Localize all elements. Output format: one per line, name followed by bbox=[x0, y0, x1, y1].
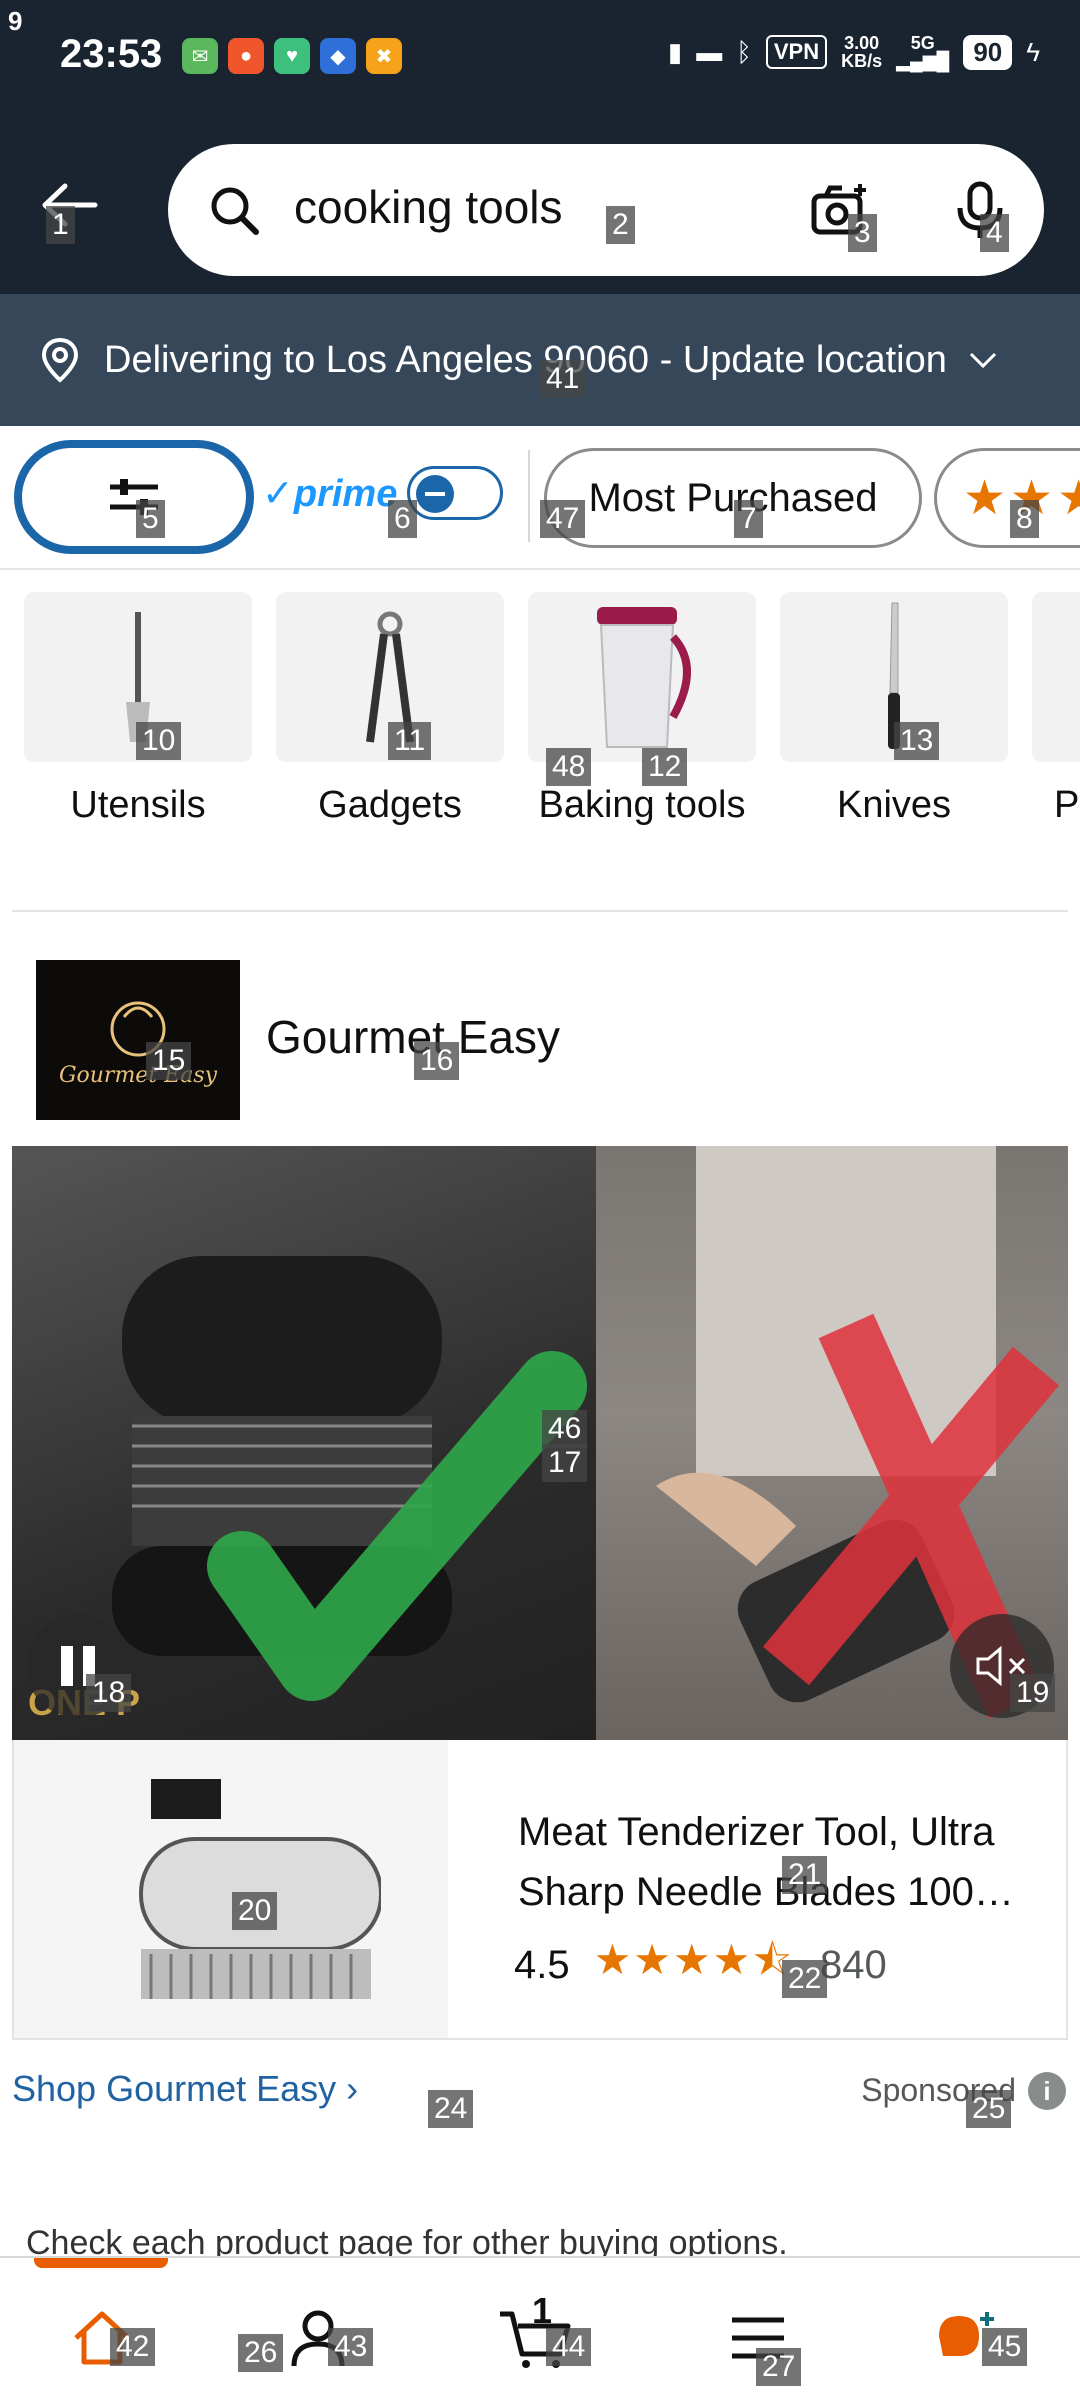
status-time: 23:53 bbox=[60, 32, 163, 76]
battery-level: 90 bbox=[963, 34, 1013, 70]
bluetooth-icon: ᛒ bbox=[736, 36, 752, 67]
status-bar: 9 23:53 ✉ ● ♥ ◆ ✖ ▮ ▬ ᛒ VPN 3.00 KB/s 5G ▂… bbox=[0, 0, 1080, 110]
signal-icon: 5G ▂▄▆█ bbox=[896, 33, 950, 71]
index-tag: 13 bbox=[894, 722, 940, 760]
index-tag: 12 bbox=[642, 748, 688, 786]
rating-stars-icon: ★★★★⯪ bbox=[593, 1936, 794, 1983]
category-label: Knives bbox=[836, 784, 952, 826]
rating-value: 4.5 bbox=[514, 1943, 570, 1987]
search-header: cooking tools bbox=[0, 110, 1080, 294]
index-tag: 15 bbox=[146, 1042, 192, 1080]
index-tag: 44 bbox=[546, 2328, 592, 2366]
filters-button[interactable] bbox=[14, 440, 254, 554]
location-pin-icon bbox=[41, 337, 79, 383]
category-label: Gadgets bbox=[318, 784, 462, 826]
index-tag: 48 bbox=[546, 748, 592, 786]
index-tag: 42 bbox=[110, 2328, 156, 2366]
index-tag: 10 bbox=[136, 722, 182, 760]
brand-name[interactable]: Gourmet Easy bbox=[266, 1010, 560, 1064]
category-label: P bbox=[1054, 784, 1080, 826]
product-image[interactable] bbox=[14, 1740, 448, 2038]
index-tag: 45 bbox=[982, 2328, 1028, 2366]
review-count: 840 bbox=[820, 1943, 887, 1987]
active-tab-indicator bbox=[34, 2258, 168, 2268]
brand-logo[interactable]: Gourmet Easy bbox=[36, 960, 240, 1120]
product-rating[interactable]: 4.5 ★★★★⯪ 840 bbox=[514, 1930, 887, 2001]
index-tag: 2 bbox=[606, 206, 635, 244]
sponsored-video[interactable]: ONE P bbox=[12, 1146, 1068, 1740]
index-tag: 26 bbox=[238, 2334, 284, 2372]
most-purchased-chip[interactable]: Most Purchased bbox=[544, 448, 922, 548]
brand-logo-text: Gourmet Easy bbox=[58, 1062, 218, 1088]
index-tag: 25 bbox=[966, 2090, 1012, 2128]
pause-icon bbox=[61, 1646, 73, 1686]
star-icon: ★ bbox=[963, 472, 1007, 525]
section-divider bbox=[12, 910, 1068, 912]
app-notification-icon: ✖ bbox=[366, 38, 402, 74]
status-system-icons: ▮ ▬ ᛒ VPN 3.00 KB/s 5G ▂▄▆█ 90 ϟ bbox=[668, 34, 1040, 70]
cart-count: 1 bbox=[532, 2290, 553, 2331]
index-tag: 19 bbox=[1010, 1674, 1056, 1712]
star-rating-chip[interactable]: ★ ★ ★ bbox=[934, 448, 1080, 548]
net-speed: 3.00 KB/s bbox=[841, 33, 883, 71]
app-notification-icon: ● bbox=[228, 38, 264, 74]
search-icon bbox=[211, 187, 259, 235]
index-tag: 22 bbox=[782, 1960, 828, 1998]
index-tag: 46 bbox=[542, 1410, 588, 1448]
category-label: Utensils bbox=[70, 784, 206, 826]
index-tag: 47 bbox=[540, 500, 586, 538]
index-tag: 21 bbox=[782, 1856, 828, 1894]
index-tag: 27 bbox=[756, 2348, 802, 2386]
index-tag: 4 bbox=[980, 214, 1009, 252]
star-icon: ★ bbox=[1057, 470, 1080, 526]
category-partial[interactable]: P bbox=[1032, 592, 1080, 832]
charging-icon: ϟ bbox=[1026, 36, 1040, 67]
index-tag: 5 bbox=[136, 500, 165, 538]
filter-divider bbox=[528, 450, 530, 542]
index-tag: 1 bbox=[46, 206, 75, 244]
delivery-text: Delivering to Los Angeles 90060 - Update… bbox=[104, 338, 947, 381]
info-icon[interactable]: i bbox=[1028, 2072, 1066, 2110]
index-tag: 11 bbox=[388, 722, 432, 760]
category-utensils[interactable]: Utensils bbox=[24, 592, 252, 832]
bottom-nav: 1 bbox=[0, 2256, 1080, 2400]
app-notification-icon: ♥ bbox=[274, 38, 310, 74]
index-tag: 6 bbox=[388, 500, 417, 538]
prime-label: ✓prime bbox=[262, 472, 398, 515]
prime-filter[interactable]: ✓prime bbox=[262, 466, 504, 520]
index-tag: 24 bbox=[428, 2090, 474, 2128]
app-notification-icon: ◆ bbox=[320, 38, 356, 74]
prime-toggle-switch[interactable] bbox=[407, 466, 504, 520]
vibrate-icon: ▮ bbox=[667, 36, 683, 67]
index-tag: 18 bbox=[86, 1674, 132, 1712]
corner-index: 9 bbox=[8, 6, 23, 36]
index-tag: 16 bbox=[414, 1042, 460, 1080]
category-knives[interactable]: Knives bbox=[780, 592, 1008, 832]
index-tag: 43 bbox=[328, 2328, 374, 2366]
index-tag: 7 bbox=[734, 500, 763, 538]
bed-icon: ▬ bbox=[696, 36, 723, 67]
vpn-badge: VPN bbox=[765, 35, 828, 69]
index-tag: 20 bbox=[232, 1892, 278, 1930]
index-tag: 3 bbox=[848, 214, 877, 252]
toggle-knob bbox=[416, 475, 455, 513]
filter-row: ✓prime Most Purchased ★ ★ ★ bbox=[0, 426, 1080, 570]
category-image bbox=[1032, 592, 1080, 762]
category-label: Baking tools bbox=[538, 784, 746, 826]
product-card[interactable]: Meat Tenderizer Tool, Ultra Sharp Needle… bbox=[12, 1740, 1068, 2040]
index-tag: 17 bbox=[542, 1444, 588, 1482]
shop-brand-link[interactable]: Shop Gourmet Easy › bbox=[12, 2068, 358, 2110]
status-app-icons: ✉ ● ♥ ◆ ✖ bbox=[182, 38, 402, 74]
app-notification-icon: ✉ bbox=[182, 38, 218, 74]
chevron-down-icon bbox=[969, 352, 996, 369]
index-tag: 8 bbox=[1010, 500, 1039, 538]
index-tag: 41 bbox=[540, 360, 586, 398]
search-input[interactable]: cooking tools bbox=[294, 180, 563, 234]
category-baking-tools[interactable]: Baking tools bbox=[528, 592, 756, 832]
category-image bbox=[528, 592, 756, 762]
category-gadgets[interactable]: Gadgets bbox=[276, 592, 504, 832]
